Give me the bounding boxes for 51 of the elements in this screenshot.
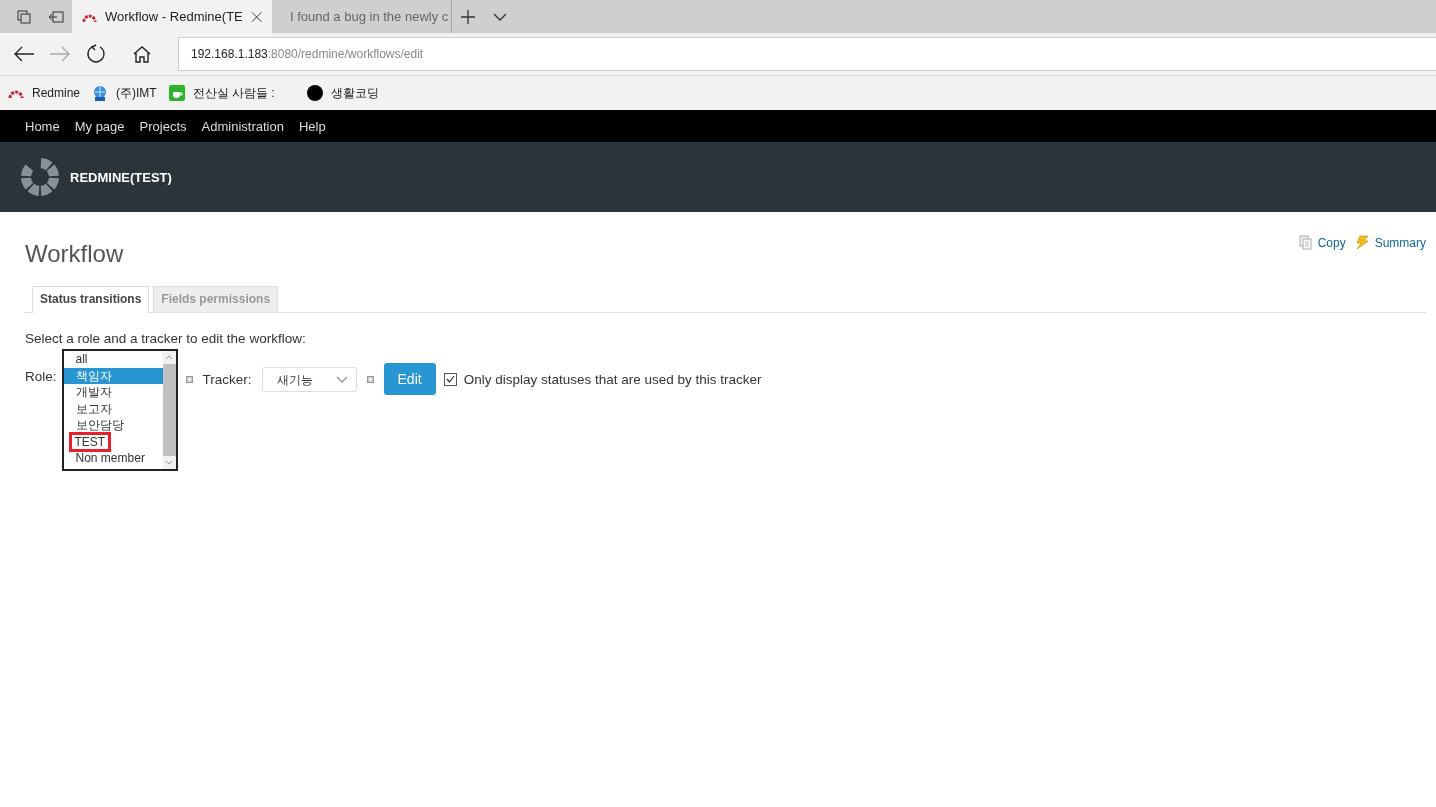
cup-icon <box>168 85 185 101</box>
tracker-label: Tracker: <box>202 371 252 387</box>
action-link[interactable]: Copy <box>1298 235 1346 250</box>
role-label: Role: <box>25 369 57 384</box>
scrollbar[interactable] <box>162 351 176 469</box>
back-icon[interactable] <box>12 45 36 63</box>
page-title: Workflow <box>25 240 124 268</box>
expand-icon[interactable] <box>185 375 193 383</box>
copy-icon <box>1298 235 1313 250</box>
role-option[interactable]: 보안담당 <box>63 417 163 434</box>
check-icon <box>445 375 455 383</box>
menu-link[interactable]: Administration <box>201 118 284 134</box>
role-option[interactable]: 개발자 <box>63 384 163 401</box>
role-listbox[interactable]: all 책임자 개발자 보고자 보안담당 TEST Non member <box>61 349 178 471</box>
menu-link[interactable]: Projects <box>139 118 187 134</box>
bookmark[interactable]: (주)IMT <box>92 84 157 102</box>
action-link[interactable]: Summary <box>1353 235 1426 250</box>
role-option[interactable]: all <box>63 351 163 368</box>
expand-icon[interactable] <box>366 375 374 383</box>
role-option[interactable]: 보고자 <box>63 400 163 417</box>
checkbox-label: Only display statuses that are used by this tracker <box>463 371 762 387</box>
menu-link[interactable]: Help <box>298 118 326 134</box>
close-icon[interactable] <box>250 10 262 23</box>
address-bar[interactable]: 192.168.1.183:8080/redmine/workflows/edit <box>178 37 1436 71</box>
role-option[interactable]: TEST <box>63 433 163 450</box>
tab-title: Workflow - Redmine(TE <box>105 9 243 24</box>
tab-title: I found a bug in the newly c <box>290 9 449 24</box>
refresh-icon[interactable] <box>84 44 108 64</box>
new-tab-icon[interactable] <box>460 8 476 25</box>
browser-tab[interactable]: Workflow - Redmine(TE <box>72 0 272 33</box>
scroll-up-icon[interactable] <box>165 354 173 360</box>
lightning-icon <box>1353 235 1370 250</box>
tab-preview-icon[interactable] <box>16 8 32 25</box>
tab[interactable]: Status transitions <box>32 286 150 313</box>
role-option[interactable]: Non member <box>63 450 163 467</box>
bookmark[interactable]: Redmine <box>8 86 81 100</box>
site-title: REDMINE(TEST) <box>70 169 172 185</box>
logo-icon <box>20 157 60 197</box>
bookmark[interactable]: 전산실 사람들 : <box>168 84 275 102</box>
scrollbar-thumb[interactable] <box>162 364 176 456</box>
circle-icon <box>306 85 323 101</box>
scroll-down-icon[interactable] <box>165 460 173 466</box>
bookmark[interactable]: 생활코딩 <box>306 84 379 102</box>
menu-link[interactable]: Home <box>25 118 60 134</box>
menu-link[interactable]: My page <box>74 118 125 134</box>
tracker-select[interactable]: 새기능 <box>261 366 357 392</box>
chevron-down-icon <box>335 375 348 384</box>
instruction-text: Select a role and a tracker to edit the workflow: <box>25 331 307 346</box>
globe-icon <box>92 85 109 101</box>
set-aside-tabs-icon[interactable] <box>48 8 64 25</box>
checkbox[interactable] <box>443 372 457 386</box>
